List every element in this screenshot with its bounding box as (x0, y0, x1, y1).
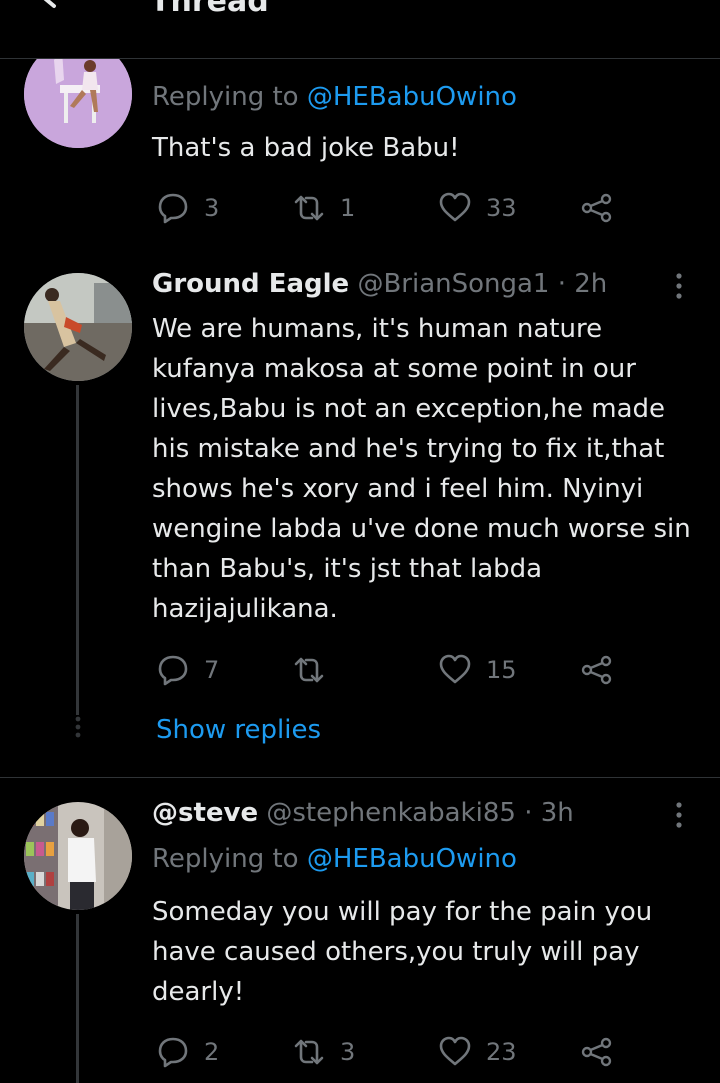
show-replies-link[interactable]: Show replies (156, 715, 321, 745)
timestamp[interactable]: · 3h (524, 798, 574, 828)
like-button[interactable]: 23 (438, 1032, 517, 1072)
tweet-text: Someday you will pay for the pain you ha… (152, 897, 653, 1007)
retweet-icon (294, 195, 324, 221)
tweet-actions: 3 1 33 (152, 188, 632, 228)
tweet-text: We are humans, it's human nature kufanya… (152, 314, 691, 624)
tweet-text: That's a bad joke Babu! (152, 133, 460, 163)
reply-button[interactable]: 2 (156, 1032, 219, 1072)
share-button[interactable] (580, 650, 614, 690)
more-options-icon[interactable] (664, 800, 694, 830)
like-button[interactable]: 15 (438, 650, 517, 690)
share-icon (581, 193, 612, 223)
share-icon (581, 1037, 612, 1067)
timestamp[interactable]: · 2h (558, 269, 608, 299)
retweet-icon (294, 1039, 324, 1065)
mention-link[interactable]: @HEBabuOwino (307, 844, 517, 874)
top-bar: Thread (0, 0, 720, 59)
display-name[interactable]: @steve (152, 798, 258, 828)
more-replies-dots-icon[interactable] (72, 713, 84, 753)
like-count: 33 (486, 194, 517, 222)
replying-to: Replying to @HEBabuOwino (152, 844, 517, 874)
thread-line (76, 385, 79, 715)
page-title: Thread (150, 0, 269, 19)
reply-count: 3 (204, 194, 220, 222)
retweet-count: 3 (340, 1038, 356, 1066)
like-count: 23 (486, 1038, 517, 1066)
share-button[interactable] (580, 188, 614, 228)
handle[interactable]: @stephenkabaki85 (266, 798, 516, 828)
reply-button[interactable]: 7 (156, 650, 219, 690)
share-icon (581, 655, 612, 685)
tweet-2[interactable]: Ground Eagle @BrianSonga1 · 2h We are hu… (0, 255, 720, 775)
thread-line (76, 914, 79, 1083)
display-name[interactable]: Ground Eagle (152, 269, 349, 299)
reply-count: 7 (204, 656, 220, 684)
heart-icon (439, 1036, 471, 1066)
retweet-icon (294, 657, 324, 683)
reply-icon (158, 193, 188, 224)
avatar[interactable] (24, 273, 132, 381)
tweet-3[interactable]: @steve @stephenkabaki85 · 3h Replying to… (0, 778, 720, 1083)
reply-count: 2 (204, 1038, 220, 1066)
retweet-button[interactable]: 3 (292, 1032, 355, 1072)
tweet-actions: 7 15 (152, 650, 632, 690)
like-count: 15 (486, 656, 517, 684)
reply-button[interactable]: 3 (156, 188, 219, 228)
heart-icon (439, 192, 471, 222)
share-button[interactable] (580, 1032, 614, 1072)
avatar-image (24, 802, 132, 910)
mention-link[interactable]: @HEBabuOwino (307, 82, 517, 112)
like-button[interactable]: 33 (438, 188, 517, 228)
tweet-header: @steve @stephenkabaki85 · 3h (152, 798, 574, 828)
more-options-icon[interactable] (664, 271, 694, 301)
reply-icon (158, 655, 188, 686)
avatar[interactable] (24, 802, 132, 910)
replying-to: Replying to @HEBabuOwino (152, 82, 517, 112)
reply-icon (158, 1037, 188, 1068)
tweet-actions: 2 3 23 (152, 1032, 632, 1072)
back-arrow-icon[interactable] (36, 0, 76, 26)
tweet-header: Ground Eagle @BrianSonga1 · 2h (152, 269, 607, 299)
avatar-image (24, 273, 132, 381)
retweet-button[interactable] (292, 650, 340, 690)
retweet-count: 1 (340, 194, 356, 222)
handle[interactable]: @BrianSonga1 (357, 269, 549, 299)
retweet-button[interactable]: 1 (292, 188, 355, 228)
heart-icon (439, 654, 471, 684)
